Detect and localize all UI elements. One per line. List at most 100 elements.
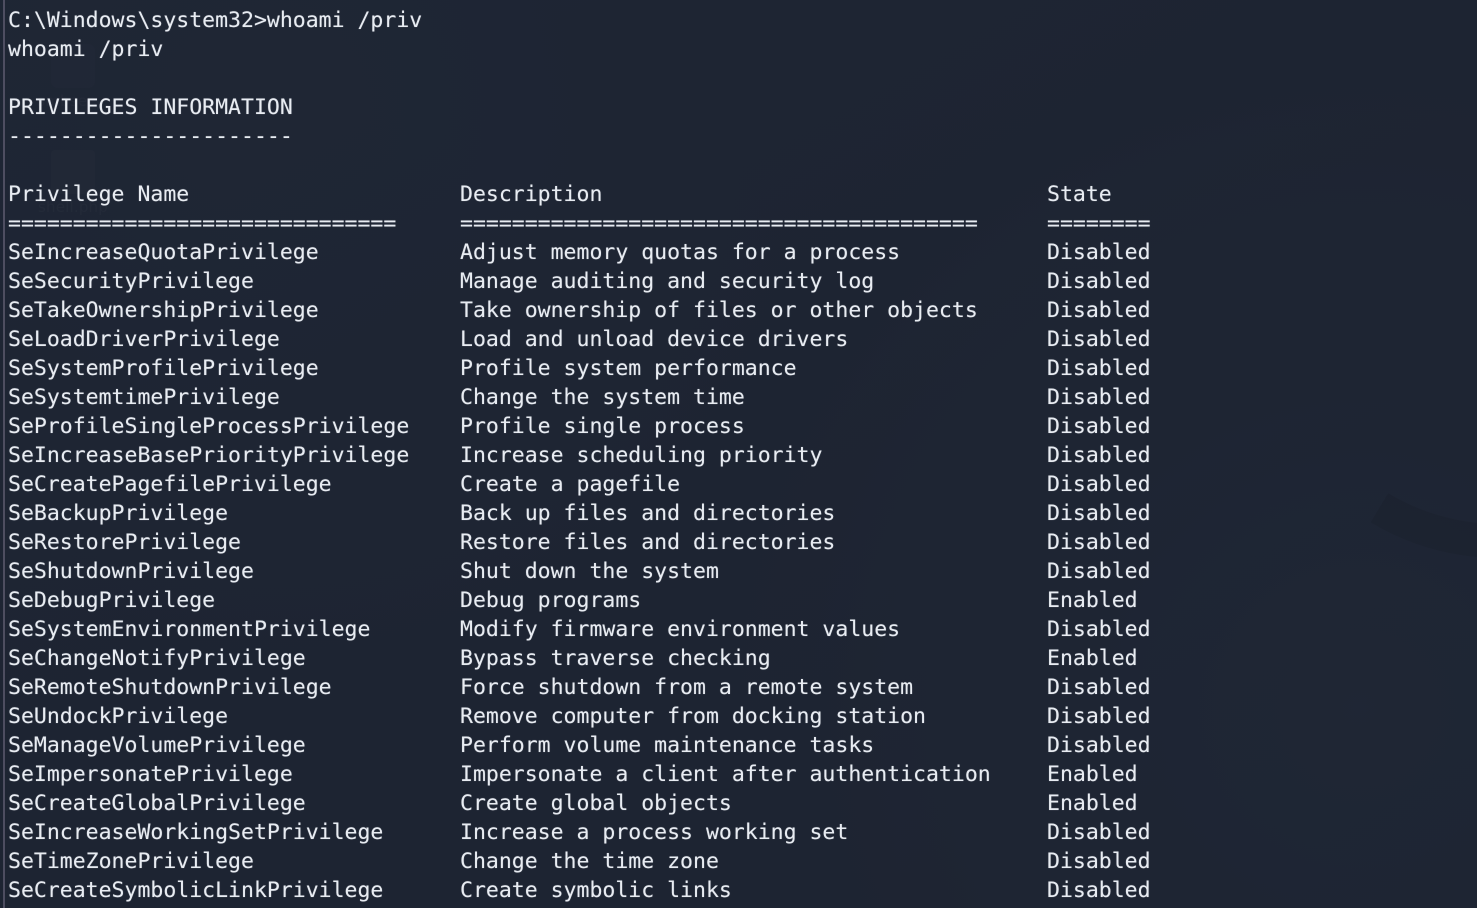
table-row: SeIncreaseBasePriorityPrivilege Increase … [0,441,1477,470]
privilege-description: Impersonate a client after authenticatio… [460,762,991,787]
table-row: SeImpersonatePrivilege Impersonate a clie… [0,760,1477,789]
privilege-state: Disabled [1047,617,1151,642]
privilege-description: Bypass traverse checking [460,646,771,671]
table-row: SeShutdownPrivilege Shut down the system D… [0,557,1477,586]
privilege-description: Manage auditing and security log [460,269,875,294]
privilege-name: SeCreatePagefilePrivilege [8,472,332,497]
privilege-state: Enabled [1047,646,1138,671]
privilege-state: Disabled [1047,733,1151,758]
privilege-description: Profile system performance [460,356,797,381]
privilege-description: Debug programs [460,588,642,613]
privilege-state: Disabled [1047,385,1151,410]
table-separator-row: ============================== =========… [0,209,1477,238]
privilege-state: Disabled [1047,327,1151,352]
terminal-output-area[interactable]: C:\Windows\system32>whoami /priv whoami … [0,0,1477,908]
table-row: SeManageVolumePrivilege Perform volume ma… [0,731,1477,760]
privilege-name: SeShutdownPrivilege [8,559,254,584]
privilege-description: Adjust memory quotas for a process [460,240,901,265]
table-row: SeIncreaseQuotaPrivilege Adjust memory qu… [0,238,1477,267]
separator-privilege-name: ============================== [8,211,397,236]
separator-state: ======== [1047,211,1151,236]
table-row: SeChangeNotifyPrivilege Bypass traverse c… [0,644,1477,673]
command-prompt-line: C:\Windows\system32>whoami /priv [8,8,423,33]
privilege-name: SeLoadDriverPrivilege [8,327,280,352]
privilege-description: Create global objects [460,791,732,816]
privilege-state: Disabled [1047,298,1151,323]
terminal-window[interactable]: smbser… shell.php C:\Windows\system32>wh… [0,0,1477,908]
privilege-description: Create symbolic links [460,878,732,903]
privilege-name: SeIncreaseBasePriorityPrivilege [8,443,410,468]
privilege-name: SeSystemtimePrivilege [8,385,280,410]
privilege-name: SeProfileSingleProcessPrivilege [8,414,410,439]
table-row: SeCreateGlobalPrivilege Create global obj… [0,789,1477,818]
table-row: SeRestorePrivilege Restore files and dire… [0,528,1477,557]
privilege-description: Force shutdown from a remote system [460,675,914,700]
table-row: SeUndockPrivilege Remove computer from do… [0,702,1477,731]
privilege-description: Increase scheduling priority [460,443,823,468]
privilege-state: Disabled [1047,472,1151,497]
privilege-state: Disabled [1047,704,1151,729]
table-row: SeBackupPrivilege Back up files and direc… [0,499,1477,528]
privilege-state: Disabled [1047,240,1151,265]
privilege-description: Shut down the system [460,559,719,584]
table-row: SeTakeOwnershipPrivilege Take ownership o… [0,296,1477,325]
separator-description: ======================================== [460,211,978,236]
privilege-state: Disabled [1047,501,1151,526]
privilege-state: Enabled [1047,762,1138,787]
privilege-description: Change the system time [460,385,745,410]
command-echo-line: whoami /priv [8,37,164,62]
section-underline: ---------------------- [8,124,293,149]
privilege-name: SeBackupPrivilege [8,501,229,526]
column-header-state: State [1047,182,1112,207]
privilege-description: Take ownership of files or other objects [460,298,978,323]
table-row: SeDebugPrivilege Debug programs Enabled [0,586,1477,615]
privilege-name: SeManageVolumePrivilege [8,733,306,758]
privilege-description: Profile single process [460,414,745,439]
column-header-privilege-name: Privilege Name [8,182,190,207]
privilege-name: SeRestorePrivilege [8,530,241,555]
privilege-description: Modify firmware environment values [460,617,901,642]
table-row: SeTimeZonePrivilege Change the time zone D… [0,847,1477,876]
table-row: SeSystemProfilePrivilege Profile system p… [0,354,1477,383]
table-row: SeSystemtimePrivilege Change the system t… [0,383,1477,412]
privilege-name: SeSystemProfilePrivilege [8,356,319,381]
privilege-name: SeRemoteShutdownPrivilege [8,675,332,700]
section-title: PRIVILEGES INFORMATION [8,95,293,120]
privilege-description: Back up files and directories [460,501,836,526]
privilege-state: Disabled [1047,559,1151,584]
privilege-name: SeSecurityPrivilege [8,269,254,294]
privilege-state: Enabled [1047,588,1138,613]
table-row: SeSystemEnvironmentPrivilege Modify firmw… [0,615,1477,644]
privilege-state: Disabled [1047,530,1151,555]
privilege-state: Disabled [1047,414,1151,439]
privilege-name: SeImpersonatePrivilege [8,762,293,787]
privilege-name: SeCreateSymbolicLinkPrivilege [8,878,384,903]
privilege-name: SeUndockPrivilege [8,704,229,729]
privilege-description: Increase a process working set [460,820,849,845]
privilege-state: Disabled [1047,849,1151,874]
privilege-name: SeTimeZonePrivilege [8,849,254,874]
table-row: SeCreatePagefilePrivilege Create a pagefi… [0,470,1477,499]
privilege-state: Disabled [1047,269,1151,294]
table-row: SeRemoteShutdownPrivilege Force shutdown … [0,673,1477,702]
privilege-state: Disabled [1047,443,1151,468]
privilege-description: Load and unload device drivers [460,327,849,352]
privilege-state: Disabled [1047,820,1151,845]
table-row: SeIncreaseWorkingSetPrivilege Increase a … [0,818,1477,847]
table-row: SeCreateSymbolicLinkPrivilege Create symb… [0,876,1477,905]
privilege-description: Create a pagefile [460,472,681,497]
privilege-name: SeIncreaseQuotaPrivilege [8,240,319,265]
privilege-name: SeIncreaseWorkingSetPrivilege [8,820,384,845]
privilege-name: SeTakeOwnershipPrivilege [8,298,319,323]
table-row: SeLoadDriverPrivilege Load and unload dev… [0,325,1477,354]
privilege-name: SeSystemEnvironmentPrivilege [8,617,371,642]
table-header-row: Privilege Name Description State [0,180,1477,209]
privilege-description: Change the time zone [460,849,719,874]
privilege-state: Disabled [1047,878,1151,903]
privilege-state: Disabled [1047,356,1151,381]
privilege-description: Remove computer from docking station [460,704,926,729]
privilege-description: Restore files and directories [460,530,836,555]
privilege-name: SeDebugPrivilege [8,588,216,613]
